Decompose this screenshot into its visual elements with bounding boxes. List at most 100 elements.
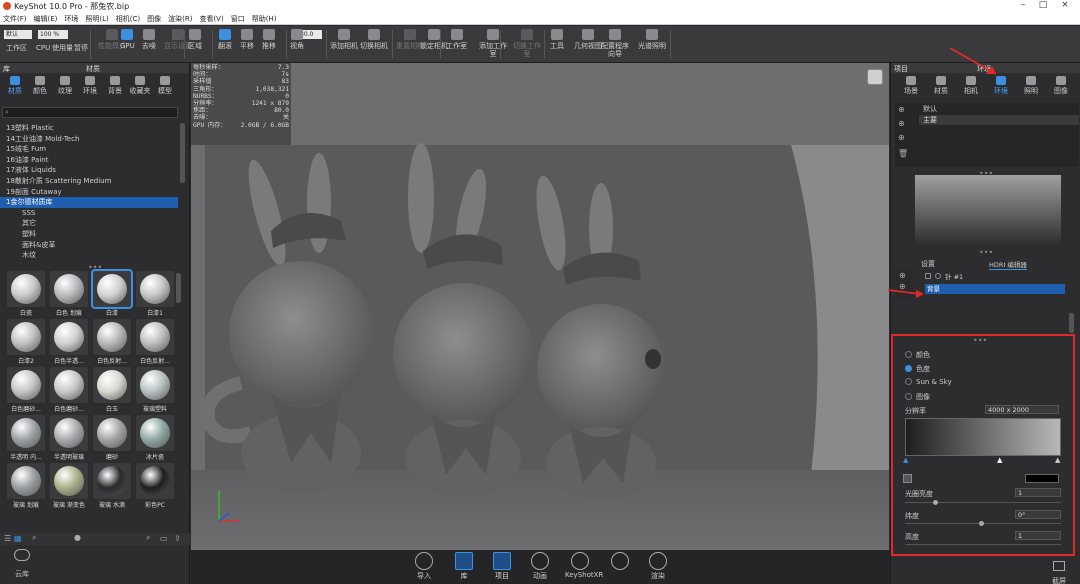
zoom-input[interactable]: 100 % <box>38 30 68 39</box>
close-button[interactable]: × <box>1058 0 1072 10</box>
toolbar-button-18[interactable]: 添加工作室 <box>476 29 510 58</box>
ribbon-button-5[interactable] <box>605 552 635 571</box>
material-thumbnail[interactable]: 白瓷 <box>6 271 46 317</box>
env-item-main[interactable]: 主要 <box>919 115 1079 125</box>
bg-type-radio[interactable]: 色度 <box>905 364 930 374</box>
tab-settings[interactable]: 设置 <box>921 259 935 269</box>
list-view-icon[interactable]: ☰ <box>4 534 11 543</box>
resolution-input[interactable]: 4000 x 2000 <box>985 405 1059 414</box>
project-tab-4[interactable]: 照明 <box>1017 75 1045 96</box>
toolbar-button-16[interactable]: 锁定相机 <box>420 29 448 50</box>
menu-item-0[interactable]: 文件(F) <box>0 12 31 24</box>
toolbar-button-14[interactable]: 切换相机 <box>360 29 388 50</box>
bg-type-radio[interactable]: 图像 <box>905 392 930 402</box>
material-thumbnail[interactable]: 白色半透... <box>49 319 89 365</box>
toolbar-button-17[interactable]: 工作室 <box>446 29 467 50</box>
tree-item[interactable]: SSS <box>22 208 192 219</box>
maximize-button[interactable]: □ <box>1036 0 1050 10</box>
project-tab-5[interactable]: 图像 <box>1047 75 1075 96</box>
library-tab-6[interactable]: 模型 <box>154 75 176 96</box>
upload-icon[interactable]: ⇪ <box>174 534 181 543</box>
latitude-slider-knob[interactable] <box>979 521 984 526</box>
screenshot-button[interactable]: 截屏 <box>1041 561 1077 584</box>
tree-item[interactable]: 15绒毛 Fum <box>6 144 176 155</box>
material-thumbnail[interactable]: 彩色PC <box>135 463 175 509</box>
add-pin-icon[interactable]: ⊕ <box>899 271 906 280</box>
ribbon-button-3[interactable]: 动画 <box>525 552 555 581</box>
preset-select[interactable]: 默认 <box>4 30 32 39</box>
stop-color-swatch[interactable] <box>1025 474 1059 483</box>
render-region-icon[interactable] <box>867 69 883 85</box>
find-icon[interactable]: ⌕ <box>146 533 150 543</box>
material-thumbnail[interactable]: 白色 划痕 <box>49 271 89 317</box>
material-thumbnail[interactable]: 半透明 内... <box>6 415 46 461</box>
menu-item-2[interactable]: 环境 <box>61 12 82 24</box>
menu-item-7[interactable]: 查看(V) <box>196 12 227 24</box>
menu-item-4[interactable]: 相机(C) <box>113 12 144 24</box>
toolbar-button-6[interactable]: 去噪 <box>142 29 156 50</box>
thumb-size-slider[interactable]: ● <box>74 533 81 542</box>
library-tab-2[interactable]: 纹理 <box>54 75 76 96</box>
tab-hdri-editor[interactable]: HDRI 编辑器 <box>989 259 1027 270</box>
bg-type-radio[interactable]: 颜色 <box>905 350 930 360</box>
color-picker-icon[interactable] <box>903 474 912 483</box>
bg-type-radio[interactable]: Sun & Sky <box>905 378 952 386</box>
menu-item-1[interactable]: 编辑(E) <box>31 12 62 24</box>
toolbar-button-5[interactable]: GPU <box>120 29 135 50</box>
tree-scrollbar[interactable] <box>180 123 185 183</box>
menu-item-6[interactable]: 渲染(R) <box>165 12 196 24</box>
pin-item-1[interactable]: 针 #1 <box>925 271 1065 281</box>
env-item-default[interactable]: 默认 <box>919 104 1079 114</box>
material-thumbnail[interactable]: 白色磨砂... <box>49 367 89 413</box>
library-search-input[interactable]: ⌕ <box>2 107 178 118</box>
ribbon-button-1[interactable]: 库 <box>449 552 479 581</box>
tree-item[interactable]: 14工业油漆 Mold-Tech <box>6 134 176 145</box>
height-slider[interactable] <box>905 544 1061 545</box>
material-thumbnail[interactable]: 玻璃 渐变色 <box>49 463 89 509</box>
menu-item-5[interactable]: 图像 <box>144 12 165 24</box>
tree-item[interactable]: 塑料 <box>22 229 192 240</box>
tree-item[interactable]: 1金尔德材质库 <box>0 197 178 208</box>
menu-item-9[interactable]: 帮助(H) <box>249 12 281 24</box>
brightness-slider-knob[interactable] <box>933 500 938 505</box>
toolbar-button-11[interactable]: 推移 <box>262 29 276 50</box>
library-tab-1[interactable]: 颜色 <box>29 75 51 96</box>
library-tab-4[interactable]: 背景 <box>104 75 126 96</box>
project-tab-0[interactable]: 场景 <box>897 75 925 96</box>
import-env-icon[interactable]: ⊕ <box>898 133 905 142</box>
material-thumbnail[interactable]: 白漆2 <box>6 319 46 365</box>
tree-item[interactable]: 18散射介质 Scattering Medium <box>6 176 176 187</box>
toolbar-button-9[interactable]: 翻滚 <box>218 29 232 50</box>
tree-item[interactable]: 16油漆 Paint <box>6 155 176 166</box>
toolbar-button-0[interactable]: 工作区 <box>6 44 27 52</box>
material-thumbnail[interactable]: 白漆1 <box>135 271 175 317</box>
toolbar-button-8[interactable]: 区域 <box>188 29 202 50</box>
toolbar-button-10[interactable]: 平移 <box>240 29 254 50</box>
toolbar-button-19[interactable]: 切换工作室 <box>510 29 544 58</box>
material-thumbnail[interactable]: 白玉 <box>92 367 132 413</box>
tree-item[interactable]: 17液体 Liquids <box>6 165 176 176</box>
render-viewport[interactable]: 每秒采样： 7.3 时间： 7s 采样值 83 三角形： 1,038,321 NURBS： 0 分辨… <box>191 63 889 550</box>
delete-env-icon[interactable]: 🗑 <box>898 149 908 158</box>
toolbar-button-12[interactable]: 视角 <box>290 29 304 50</box>
cloud-library-button[interactable]: 云库 <box>2 549 42 579</box>
ribbon-button-4[interactable]: KeyShotXR <box>565 552 603 579</box>
material-thumbnail[interactable]: 磨砂 <box>92 415 132 461</box>
latitude-input[interactable]: 0° <box>1015 510 1061 519</box>
toolbar-button-13[interactable]: 添加相机 <box>330 29 358 50</box>
grid-view-icon[interactable]: ▦ <box>14 534 22 543</box>
toolbar-button-20[interactable]: 工具 <box>550 29 564 50</box>
material-thumbnail[interactable]: 白漆 <box>91 269 133 317</box>
brightness-slider[interactable] <box>905 502 1061 503</box>
material-thumbnail[interactable]: 玻璃 水滴 <box>92 463 132 509</box>
pin-scrollbar[interactable] <box>1069 313 1074 333</box>
toolbar-button-2[interactable]: 使用量 <box>52 44 73 52</box>
material-thumbnail[interactable]: 玻璃 划痕 <box>6 463 46 509</box>
folder-icon[interactable]: ▭ <box>160 534 168 543</box>
ribbon-button-0[interactable]: 导入 <box>409 552 439 581</box>
gradient-stop-left[interactable]: ▲ <box>903 456 908 464</box>
splitter-handle[interactable]: ••• <box>979 248 993 257</box>
material-thumbnail[interactable]: 白色反射... <box>135 319 175 365</box>
tree-item[interactable]: 其它 <box>22 218 192 229</box>
minimize-button[interactable]: – <box>1016 0 1030 10</box>
